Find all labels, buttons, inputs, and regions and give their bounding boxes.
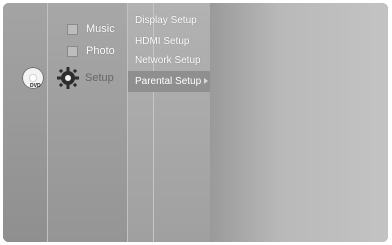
tv-menu-screen: DVD Music Photo Setup Display Setup HDMI… (3, 3, 388, 242)
menu-item-photo-label: Photo (86, 45, 115, 57)
content-area (210, 3, 388, 242)
menu-item-setup[interactable]: Setup (55, 65, 127, 91)
disc-column (3, 3, 48, 242)
submenu-item-display-setup[interactable]: Display Setup (135, 15, 197, 26)
submenu-item-network-setup[interactable]: Network Setup (135, 55, 201, 66)
main-menu-column (48, 3, 128, 242)
menu-item-setup-label: Setup (85, 72, 114, 84)
gear-icon (57, 67, 79, 89)
menu-item-music-label: Music (86, 23, 115, 35)
menu-item-photo[interactable]: Photo (67, 45, 115, 57)
music-icon (67, 23, 78, 35)
submenu-item-hdmi-setup[interactable]: HDMI Setup (135, 36, 189, 47)
submenu-item-parental-setup-label: Parental Setup (135, 76, 202, 87)
chevron-right-icon (204, 78, 208, 84)
menu-item-music[interactable]: Music (67, 23, 115, 35)
disc-type-label: DVD (30, 83, 41, 89)
photo-icon (67, 45, 78, 57)
submenu-item-parental-setup[interactable]: Parental Setup (128, 71, 210, 92)
